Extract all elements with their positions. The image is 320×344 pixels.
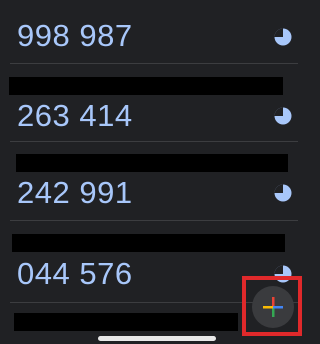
- redacted-account-name: [16, 154, 288, 172]
- redacted-account-name: [12, 234, 285, 252]
- otp-code[interactable]: 998 987: [17, 18, 133, 54]
- row-divider: [10, 220, 298, 221]
- home-indicator[interactable]: [98, 336, 216, 341]
- timer-icon: [274, 28, 292, 46]
- add-account-button[interactable]: [252, 286, 294, 328]
- fab-highlight: [242, 276, 302, 336]
- otp-code[interactable]: 242 991: [17, 175, 133, 211]
- otp-code[interactable]: 263 414: [17, 98, 133, 134]
- plus-icon: [263, 297, 283, 317]
- row-divider: [10, 141, 298, 142]
- timer-icon: [274, 107, 292, 125]
- timer-icon: [274, 184, 292, 202]
- row-divider: [10, 63, 298, 64]
- authenticator-screen: 998 987 263 414 242 991 044 576: [0, 0, 314, 344]
- redacted-account-name: [9, 77, 283, 95]
- redacted-account-name: [14, 313, 238, 331]
- otp-code[interactable]: 044 576: [17, 256, 133, 292]
